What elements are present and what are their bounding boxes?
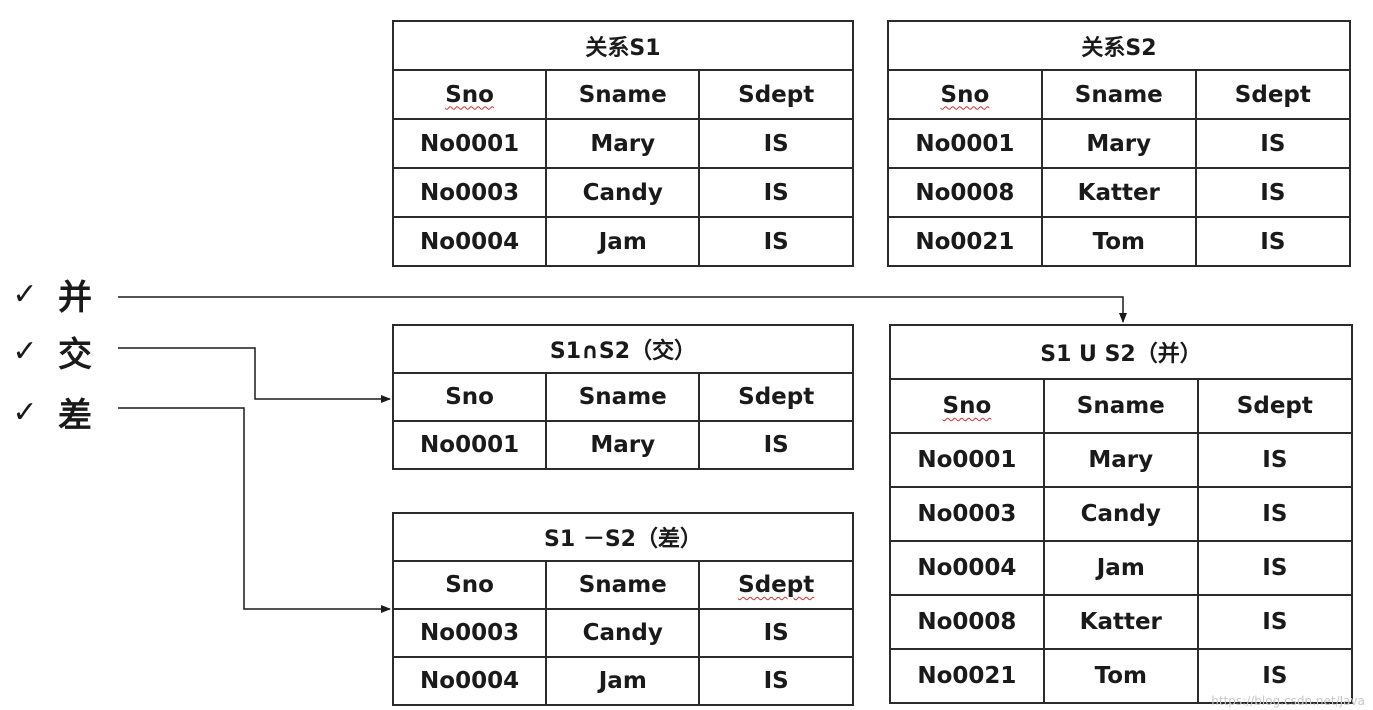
table-row: No0004 Jam IS (391, 216, 854, 267)
table-row: No0021 Tom IS (887, 216, 1352, 267)
cell: Candy (545, 608, 701, 658)
table-title: S1∩S2（交） (392, 324, 854, 374)
cell: IS (1194, 216, 1352, 267)
cell: Katter (1042, 594, 1199, 650)
cell: No0004 (391, 656, 548, 706)
cell: IS (1194, 118, 1352, 169)
table-intersection: S1∩S2（交） Sno Sname Sdept No0001 Mary IS (391, 324, 854, 470)
cell: IS (1196, 594, 1354, 650)
cell: No0008 (889, 594, 1045, 650)
cell: IS (698, 216, 854, 267)
cell: No0021 (887, 216, 1043, 267)
cell: Mary (1040, 118, 1197, 169)
cell: IS (1196, 432, 1354, 488)
cell: No0001 (887, 118, 1043, 169)
cell: Jam (545, 216, 701, 267)
table-title: 关系S2 (887, 20, 1351, 71)
cell: Jam (1042, 540, 1199, 596)
cell: No0004 (889, 540, 1045, 596)
cell: No0001 (391, 420, 548, 470)
cell: No0008 (887, 167, 1043, 218)
table-row: No0003 Candy IS (391, 167, 854, 218)
table-s1: 关系S1 Sno Sname Sdept No0001 Mary IS No0003… (391, 20, 854, 267)
table-row: No0008 Katter IS (887, 167, 1352, 218)
cell: IS (1196, 540, 1354, 596)
table-row: No0004 Jam IS (889, 540, 1354, 596)
cell: IS (698, 656, 854, 706)
intersection-arrow (118, 347, 391, 403)
table-title: 关系S1 (392, 20, 854, 71)
cell: Candy (545, 167, 701, 218)
cell: No0001 (889, 432, 1045, 488)
column-header: Sdept (1196, 378, 1354, 434)
cell: Jam (545, 656, 701, 706)
table-row: No0003 Candy IS (889, 486, 1354, 542)
column-header: Sdept (698, 69, 854, 120)
column-header: Sname (1042, 378, 1199, 434)
cell: No0004 (391, 216, 548, 267)
cell: IS (698, 118, 854, 169)
cell: Mary (545, 118, 701, 169)
column-header: Sno (887, 69, 1043, 120)
column-header: Sname (1040, 69, 1197, 120)
cell: No0003 (391, 167, 548, 218)
cell: IS (698, 608, 854, 658)
cell: Candy (1042, 486, 1199, 542)
column-header: Sdept (698, 372, 854, 422)
cell: Tom (1040, 216, 1197, 267)
cell: Tom (1042, 648, 1199, 704)
cell: No0003 (889, 486, 1045, 542)
table-row: No0001 Mary IS (887, 118, 1352, 169)
table-union: S1 U S2（并） Sno Sname Sdept No0001 Mary IS … (889, 324, 1354, 704)
cell: IS (698, 167, 854, 218)
column-header: Sno (391, 69, 548, 120)
cell: IS (1194, 167, 1352, 218)
table-difference: S1 －S2（差） Sno Sname Sdept No0003 Candy IS … (391, 512, 854, 706)
cell: IS (698, 420, 854, 470)
watermark: https://blog.csdn.net/Java (1211, 694, 1365, 708)
cell: Mary (545, 420, 701, 470)
table-row: No0004 Jam IS (391, 656, 854, 706)
table-row: No0001 Mary IS (391, 420, 854, 470)
cell: No0003 (391, 608, 548, 658)
column-header: Sno (391, 372, 548, 422)
column-header: Sdept (698, 560, 854, 610)
difference-arrow (118, 407, 391, 613)
column-header: Sno (391, 560, 548, 610)
cell: IS (1196, 486, 1354, 542)
table-row: No0003 Candy IS (391, 608, 854, 658)
table-row: No0001 Mary IS (391, 118, 854, 169)
table-title: S1 U S2（并） (889, 324, 1353, 380)
cell: Katter (1040, 167, 1197, 218)
union-arrow (118, 296, 1127, 323)
table-row: No0008 Katter IS (889, 594, 1354, 650)
column-header: Sname (545, 69, 701, 120)
table-row: No0001 Mary IS (889, 432, 1354, 488)
table-title: S1 －S2（差） (392, 512, 854, 562)
cell: No0001 (391, 118, 548, 169)
column-header: Sname (545, 372, 701, 422)
cell: Mary (1042, 432, 1199, 488)
column-header: Sname (545, 560, 701, 610)
table-s2: 关系S2 Sno Sname Sdept No0001 Mary IS No0008… (887, 20, 1352, 267)
column-header: Sno (889, 378, 1045, 434)
cell: No0021 (889, 648, 1045, 704)
column-header: Sdept (1194, 69, 1352, 120)
